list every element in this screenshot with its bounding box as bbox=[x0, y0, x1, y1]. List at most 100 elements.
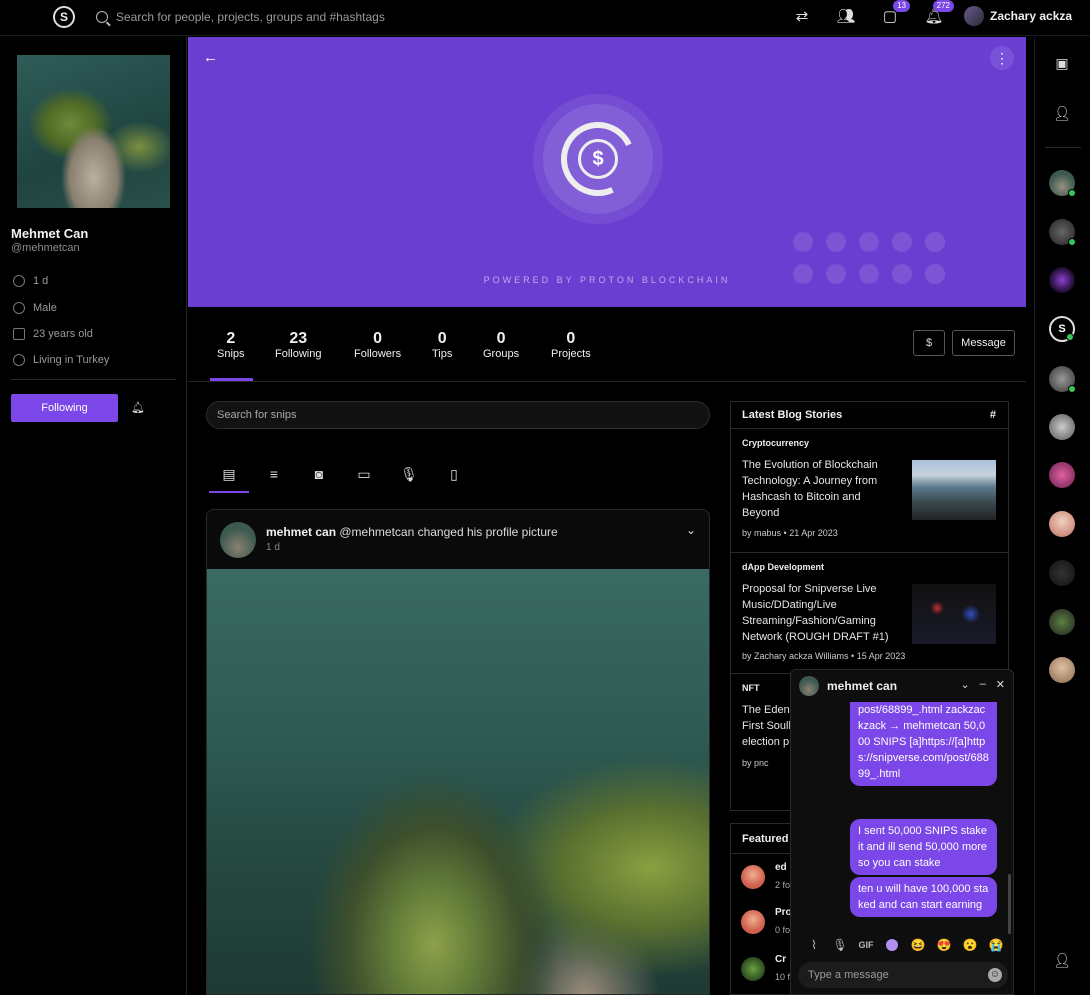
video-icon[interactable]: ▭ bbox=[354, 464, 374, 484]
profile-banner: ← ⋮ $ POWERED BY PROTON BLOCKCHAIN bbox=[188, 37, 1026, 307]
microphone-icon[interactable]: 🎙︎ bbox=[399, 464, 419, 484]
featured-item[interactable]: Pro 0 fo bbox=[741, 907, 792, 935]
featured-avatar bbox=[741, 910, 765, 934]
featured-item[interactable]: Cr 10 f bbox=[741, 954, 790, 982]
close-icon[interactable]: ✕ bbox=[996, 678, 1005, 691]
camera-icon[interactable]: ◙ bbox=[309, 464, 329, 484]
tip-button[interactable]: $ bbox=[913, 330, 945, 356]
laugh-emoji-icon[interactable]: 😆 bbox=[905, 938, 931, 952]
gif-button[interactable]: GIF bbox=[853, 940, 879, 950]
contact-avatar[interactable] bbox=[1049, 657, 1075, 683]
message-button[interactable]: Message bbox=[952, 330, 1015, 356]
stat-label: Projects bbox=[551, 348, 591, 360]
chevron-down-icon[interactable]: ⌄ bbox=[686, 523, 696, 537]
gender-text: Male bbox=[33, 302, 57, 314]
post-author[interactable]: mehmet can bbox=[266, 525, 336, 539]
chat-scrollbar[interactable] bbox=[1008, 874, 1011, 934]
story-title[interactable]: The Evolution of Blockchain Technology: … bbox=[742, 457, 897, 521]
active-tab-underline bbox=[210, 378, 253, 381]
contact-avatar[interactable] bbox=[1049, 414, 1075, 440]
stat-tips[interactable]: 0 Tips bbox=[432, 330, 452, 360]
document-icon[interactable]: ▯ bbox=[444, 464, 464, 484]
user-menu[interactable]: Zachary ackza bbox=[964, 6, 1072, 26]
story-category: dApp Development bbox=[742, 562, 825, 572]
contact-avatar[interactable] bbox=[1049, 267, 1075, 293]
text-posts-icon[interactable]: ≡ bbox=[264, 464, 284, 484]
online-indicator bbox=[1068, 238, 1076, 246]
contact-avatar[interactable] bbox=[1049, 219, 1076, 246]
following-button[interactable]: Following bbox=[11, 394, 118, 422]
chat-header: mehmet can ⌄ – ✕ bbox=[791, 670, 1013, 702]
featured-item[interactable]: ed 2 fo bbox=[741, 862, 790, 890]
post-text: @mehmetcan changed his profile picture bbox=[339, 525, 558, 539]
chat-avatar[interactable] bbox=[799, 676, 819, 696]
top-bar: S Search for people, projects, groups an… bbox=[0, 0, 1090, 36]
story-thumbnail[interactable] bbox=[912, 584, 996, 644]
attach-icon[interactable]: ⌇ bbox=[801, 938, 827, 952]
story-thumbnail[interactable] bbox=[912, 460, 996, 520]
stat-following[interactable]: 23 Following bbox=[275, 330, 321, 360]
all-posts-icon[interactable]: ▤ bbox=[219, 464, 239, 484]
contact-avatar[interactable] bbox=[1049, 462, 1075, 488]
contact-avatar[interactable]: S bbox=[1049, 316, 1075, 342]
profile-picture[interactable] bbox=[17, 55, 170, 208]
snipverse-logo[interactable]: S bbox=[53, 6, 75, 28]
joined-info: 1 d bbox=[13, 273, 48, 289]
global-search[interactable]: Search for people, projects, groups and … bbox=[96, 8, 416, 26]
hashtag-icon[interactable]: # bbox=[990, 402, 996, 429]
chat-messages[interactable]: post/68899_.html zackzackzack → mehmetca… bbox=[791, 702, 1013, 934]
stat-label: Groups bbox=[483, 348, 520, 360]
blog-story[interactable]: Cryptocurrency The Evolution of Blockcha… bbox=[731, 429, 1008, 553]
stat-snips[interactable]: 2 Snips bbox=[217, 330, 245, 360]
bell-icon[interactable]: 🔔︎ 272 bbox=[924, 0, 954, 27]
online-indicator bbox=[1068, 189, 1076, 197]
blog-story[interactable]: dApp Development Proposal for Snipverse … bbox=[731, 553, 1008, 674]
messages-icon[interactable]: ▢ 13 bbox=[880, 0, 910, 27]
swap-icon[interactable]: ⇄ bbox=[792, 7, 812, 27]
snip-search-input[interactable]: Search for snips bbox=[206, 401, 710, 429]
color-dot-icon[interactable] bbox=[886, 939, 898, 951]
emoji-picker-icon[interactable]: ☺ bbox=[988, 968, 1002, 982]
microphone-icon[interactable]: 🎙︎ bbox=[827, 938, 853, 952]
stat-projects[interactable]: 0 Projects bbox=[551, 330, 591, 360]
add-user-icon[interactable]: 👤︎ bbox=[1052, 103, 1072, 123]
contact-avatar[interactable] bbox=[1049, 170, 1076, 197]
contact-avatar[interactable] bbox=[1049, 609, 1075, 635]
chevron-down-icon[interactable]: ⌄ bbox=[960, 678, 969, 691]
back-arrow-icon[interactable]: ← bbox=[203, 49, 218, 66]
stat-groups[interactable]: 0 Groups bbox=[483, 330, 519, 360]
feed-filter-tabs: ▤ ≡ ◙ ▭ 🎙︎ ▯ bbox=[209, 458, 469, 493]
contact-avatar[interactable] bbox=[1049, 560, 1075, 586]
chat-message-input[interactable]: Type a message ☺ bbox=[798, 962, 1008, 988]
story-title[interactable]: The Eden First Soull election p bbox=[742, 702, 797, 750]
active-filter-underline bbox=[209, 491, 249, 493]
story-date: 15 Apr 2023 bbox=[856, 651, 906, 661]
stat-followers[interactable]: 0 Followers bbox=[354, 330, 401, 360]
messages-badge: 13 bbox=[893, 0, 910, 12]
story-byline: by Zachary ackza Williams • 15 Apr 2023 bbox=[742, 651, 906, 661]
featured-avatar bbox=[741, 957, 765, 981]
chat-name[interactable]: mehmet can bbox=[827, 679, 897, 693]
more-options-icon[interactable]: ⋮ bbox=[990, 46, 1014, 70]
notify-bell-icon[interactable]: 🔔︎ bbox=[131, 401, 145, 414]
cake-icon bbox=[13, 328, 25, 340]
post-author-avatar[interactable] bbox=[220, 522, 256, 558]
minimize-icon[interactable]: – bbox=[980, 678, 986, 691]
post-headline: mehmet can @mehmetcan changed his profil… bbox=[266, 525, 558, 539]
featured-name: ed bbox=[775, 862, 787, 873]
contact-avatar[interactable] bbox=[1049, 366, 1076, 393]
heart-eyes-emoji-icon[interactable]: 😍 bbox=[931, 938, 957, 952]
stat-label: Snips bbox=[217, 348, 245, 360]
people-icon[interactable]: 👥︎ bbox=[836, 7, 856, 27]
online-indicator bbox=[1068, 385, 1076, 393]
post-image[interactable] bbox=[207, 569, 709, 994]
global-search-input[interactable]: Search for people, projects, groups and … bbox=[116, 10, 385, 24]
story-title[interactable]: Proposal for Snipverse Live Music/DDatin… bbox=[742, 581, 897, 645]
divider bbox=[11, 379, 176, 380]
contact-avatar[interactable] bbox=[1049, 511, 1075, 537]
search-users-icon[interactable]: 👤︎ bbox=[1052, 950, 1072, 970]
surprised-emoji-icon[interactable]: 😮 bbox=[957, 938, 983, 952]
chat-toolbar: ⌇ 🎙︎ GIF 😆 😍 😮 😭 bbox=[801, 938, 1009, 952]
new-message-icon[interactable]: ▣ bbox=[1052, 53, 1072, 73]
crying-emoji-icon[interactable]: 😭 bbox=[983, 938, 1009, 952]
